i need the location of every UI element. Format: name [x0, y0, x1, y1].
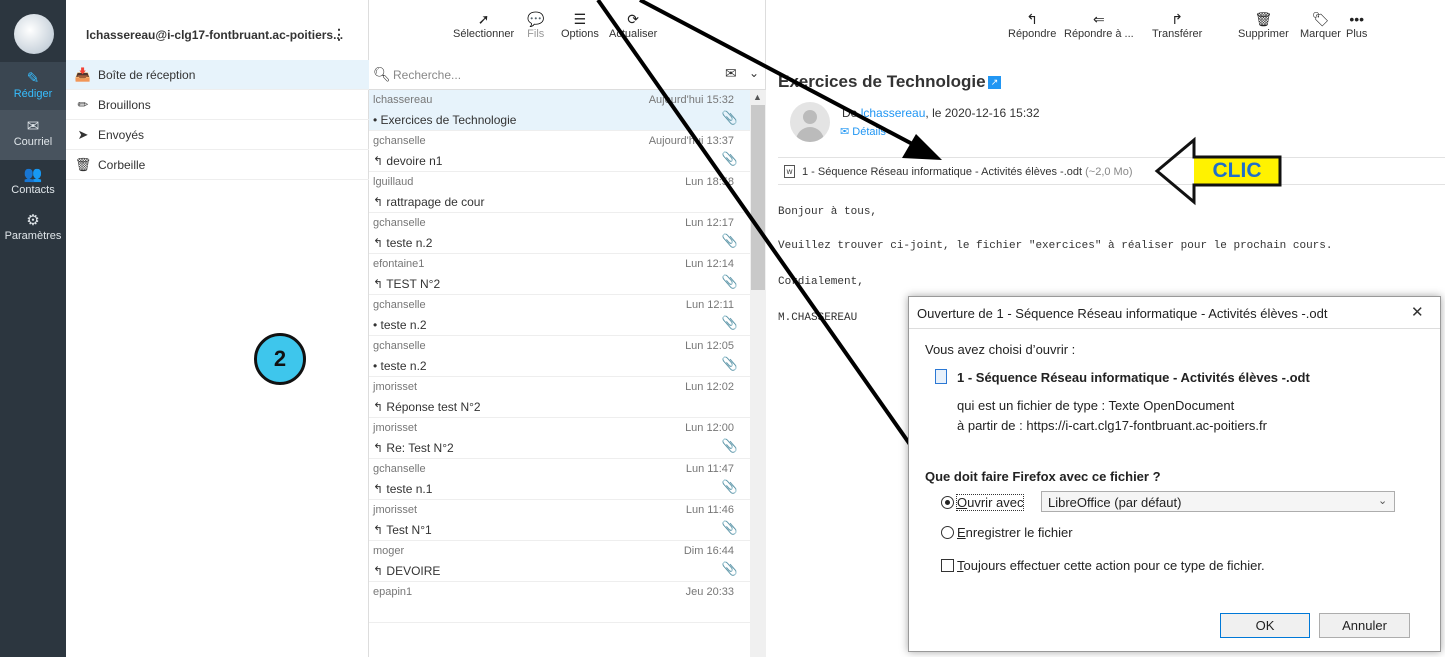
dialog-title: Ouverture de 1 - Séquence Réseau informa… — [917, 306, 1328, 321]
dialog-file-type: qui est un fichier de type : Texte OpenD… — [957, 398, 1235, 413]
app-select-value: LibreOffice (par défaut) — [1048, 495, 1182, 510]
pointer-arrow-2 — [596, 0, 944, 492]
always-label[interactable]: Toujours effectuer cette action pour ce … — [957, 558, 1265, 573]
open-with-label[interactable]: Ouvrir avec — [955, 494, 1025, 511]
cancel-button[interactable]: Annuler — [1319, 613, 1410, 638]
open-file-dialog: Ouverture de 1 - Séquence Réseau informa… — [908, 296, 1441, 652]
ok-button[interactable]: OK — [1220, 613, 1310, 638]
chevron-down-icon: ⌄ — [1378, 495, 1388, 507]
always-checkbox[interactable] — [941, 559, 954, 572]
close-icon[interactable]: ✕ — [1411, 303, 1424, 321]
app-select[interactable]: LibreOffice (par défaut) ⌄ — [1041, 491, 1395, 512]
open-with-radio[interactable] — [941, 496, 954, 509]
document-icon — [935, 369, 947, 384]
dialog-titlebar: Ouverture de 1 - Séquence Réseau informa… — [909, 297, 1440, 329]
save-file-radio[interactable] — [941, 526, 954, 539]
pointer-arrowhead-1 — [902, 134, 942, 160]
dialog-chose-text: Vous avez choisi d’ouvrir : — [925, 342, 1076, 357]
save-file-label[interactable]: Enregistrer le fichier — [957, 525, 1073, 540]
dialog-file-source: à partir de : https://i-cart.clg17-fontb… — [957, 418, 1267, 433]
dialog-filename: 1 - Séquence Réseau informatique - Activ… — [957, 370, 1310, 385]
clic-arrow — [1154, 136, 1282, 206]
pointer-arrow-1 — [639, 0, 936, 158]
dialog-question: Que doit faire Firefox avec ce fichier ? — [925, 469, 1161, 484]
